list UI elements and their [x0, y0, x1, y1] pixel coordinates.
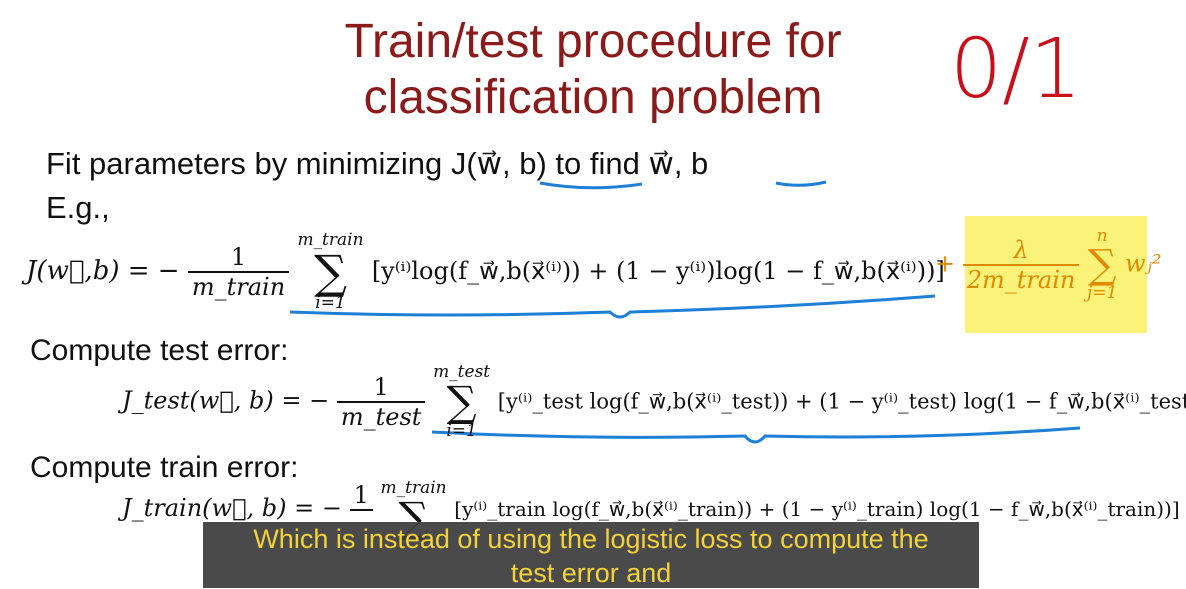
cost-body: [y⁽ⁱ⁾log(f_w⃗,b(x⃗⁽ⁱ⁾)) + (1 − y⁽ⁱ⁾)log(… — [371, 257, 945, 285]
cost-lhs: J(w⃗,b) = − — [26, 256, 180, 286]
train-fraction-num: 1 — [349, 481, 373, 511]
regularization-term: + λ 2m_train n ∑ j=1 wⱼ² — [935, 228, 1161, 302]
sigma-icon: ∑ — [446, 377, 477, 426]
test-body: [y⁽ⁱ⁾_test log(f_w⃗,b(x⃗⁽ⁱ⁾_test)) + (1 … — [497, 389, 1186, 414]
train-lhs: J_train(w⃗, b) = − — [122, 494, 342, 522]
reg-fraction-den: 2m_train — [966, 266, 1076, 294]
cost-fraction-num: 1 — [187, 243, 290, 273]
test-error-equation: J_test(w⃗, b) = − 1 m_test m_test ∑ i=1 … — [122, 364, 1186, 440]
test-fraction: 1 m_test — [336, 373, 426, 431]
cost-function-equation: J(w⃗,b) = − 1 m_train m_train ∑ i=1 [y⁽ⁱ… — [26, 232, 945, 312]
underline-params — [775, 180, 827, 187]
cost-sum-bottom: i=1 — [315, 293, 346, 313]
underline-cost-function — [539, 181, 643, 190]
train-body: [y⁽ⁱ⁾_train log(f_w⃗,b(x⃗⁽ⁱ⁾_train)) + (… — [454, 497, 1180, 521]
test-summation: m_test ∑ i=1 — [433, 364, 490, 440]
test-error-heading: Compute test error: — [30, 334, 289, 367]
cost-fraction: 1 m_train — [187, 243, 290, 301]
test-lhs: J_test(w⃗, b) = − — [122, 386, 330, 415]
sigma-icon: ∑ — [1087, 242, 1117, 288]
reg-weight: wⱼ² — [1124, 249, 1162, 278]
reg-plus: + — [935, 249, 956, 278]
cost-fraction-den: m_train — [191, 273, 286, 301]
reg-fraction-num: λ — [962, 236, 1080, 266]
reg-sum-bottom: j=1 — [1086, 283, 1118, 303]
test-fraction-num: 1 — [336, 373, 426, 403]
test-fraction-den: m_test — [340, 403, 422, 431]
subtitle-line1: Which is instead of using the logistic l… — [253, 524, 929, 554]
cost-summation: m_train ∑ i=1 — [297, 232, 363, 312]
reg-fraction: λ 2m_train — [962, 236, 1080, 294]
test-sum-bottom: i=1 — [446, 421, 477, 441]
subtitle-line2: test error and — [510, 558, 672, 588]
reg-summation: n ∑ j=1 — [1087, 228, 1117, 302]
sigma-icon: ∑ — [314, 245, 347, 299]
